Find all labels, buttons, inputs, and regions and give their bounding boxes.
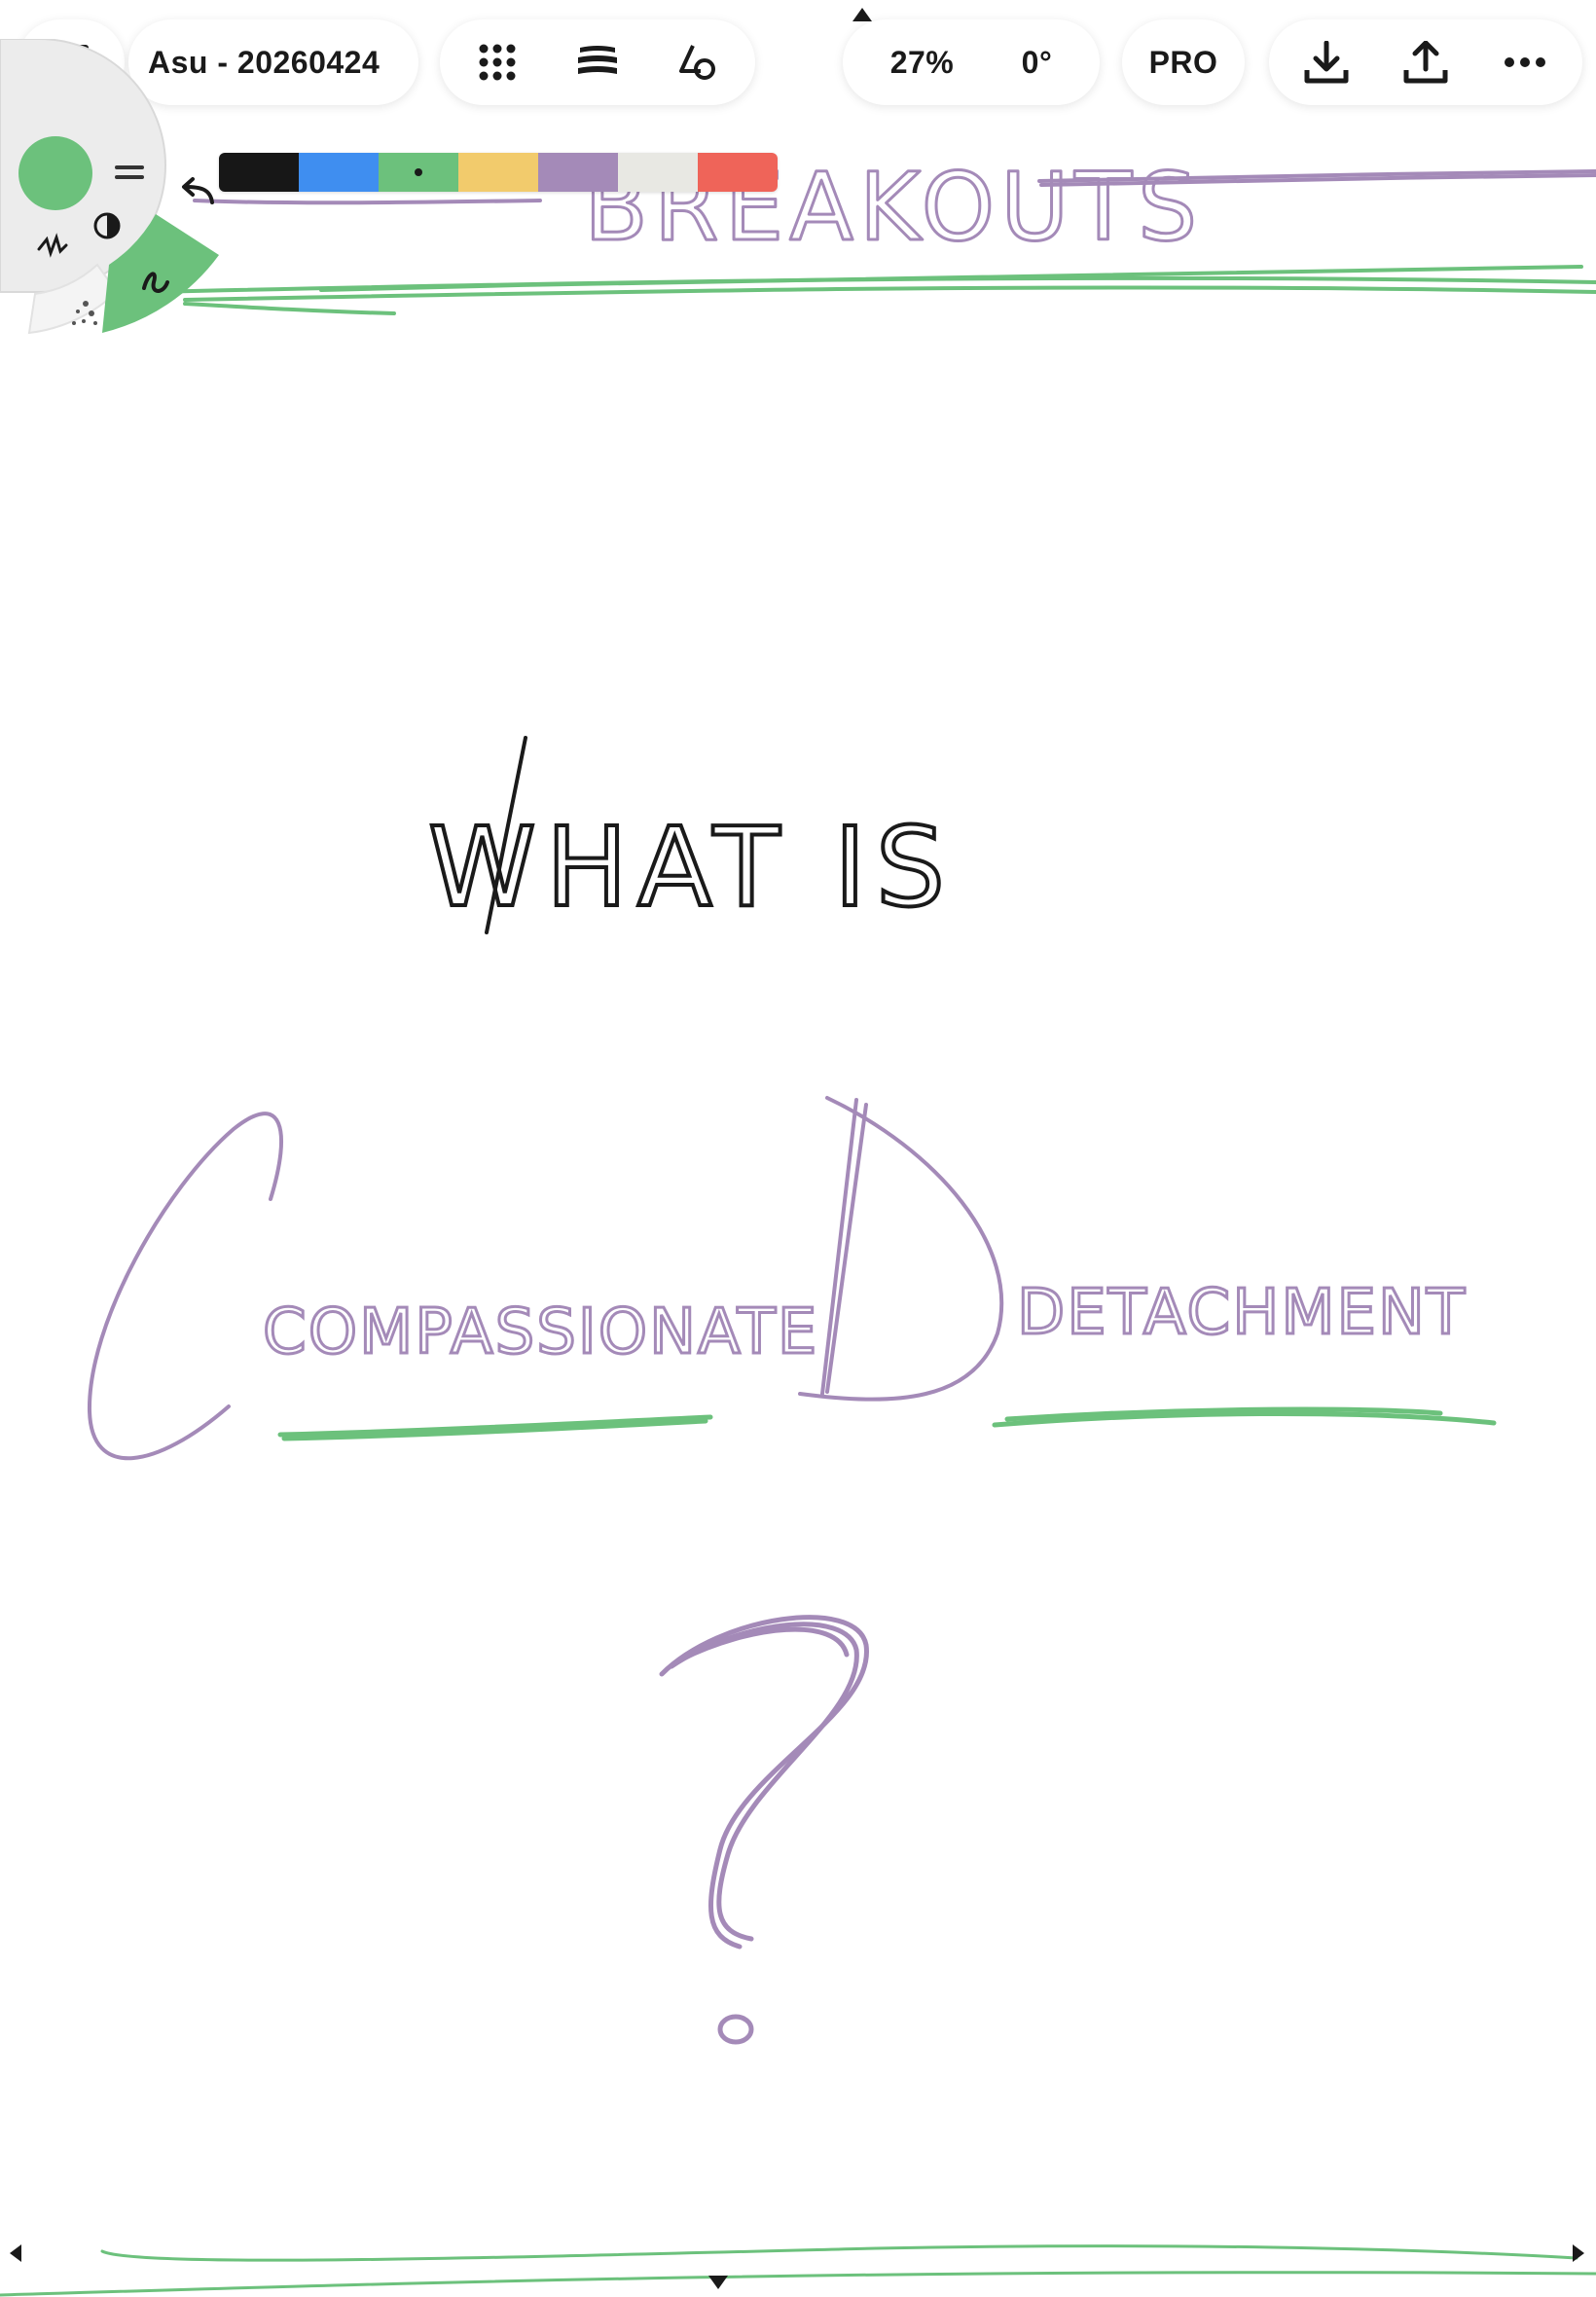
- upload-icon: [1403, 41, 1448, 84]
- view-pill: 27% 0°: [843, 19, 1100, 105]
- swatch-light-gray[interactable]: [618, 153, 698, 192]
- swatch-black[interactable]: [219, 153, 299, 192]
- download-button[interactable]: [1278, 19, 1375, 105]
- more-button[interactable]: [1476, 19, 1574, 105]
- swatch-blue[interactable]: [299, 153, 379, 192]
- pro-pill[interactable]: PRO: [1122, 19, 1245, 105]
- term-part1: COMPASSIONATE: [263, 1296, 818, 1368]
- question-dot: [717, 2014, 754, 2045]
- swatch-green[interactable]: [379, 153, 458, 192]
- heading-underline: [144, 265, 1596, 315]
- undo-icon[interactable]: [181, 175, 216, 204]
- scroll-up-arrow[interactable]: [852, 8, 872, 21]
- swatch-yellow[interactable]: [458, 153, 538, 192]
- big-letters: [87, 1096, 1004, 1461]
- current-color-swatch: [18, 136, 92, 210]
- pro-button[interactable]: PRO: [1149, 45, 1218, 81]
- rotation-angle[interactable]: 0°: [1022, 45, 1053, 81]
- drawing-canvas[interactable]: BREAKOUTS WHAT IS COMPASSIONATE DETACHME…: [0, 0, 1596, 2297]
- term-part2: DETACHMENT: [1017, 1277, 1467, 1349]
- download-icon: [1304, 41, 1349, 84]
- color-palette: [219, 153, 778, 192]
- scroll-down-arrow[interactable]: [708, 2276, 728, 2289]
- dots-grid-icon: [479, 44, 516, 81]
- swatch-purple[interactable]: [538, 153, 618, 192]
- grid-dots-button[interactable]: [451, 19, 544, 105]
- zoom-level[interactable]: 27%: [890, 45, 955, 81]
- shapes-button[interactable]: [651, 19, 744, 105]
- scroll-left-arrow[interactable]: [10, 2244, 21, 2262]
- selected-indicator: [415, 168, 422, 176]
- upload-button[interactable]: [1377, 19, 1474, 105]
- actions-pill: [1269, 19, 1582, 105]
- swatch-red[interactable]: [698, 153, 778, 192]
- shapes-icon: [678, 45, 715, 80]
- bottom-rules: [0, 2244, 1596, 2297]
- scroll-right-arrow[interactable]: [1573, 2244, 1584, 2262]
- term-underlines: [277, 1406, 1497, 1441]
- layers-button[interactable]: [551, 19, 644, 105]
- question-mark: [659, 1615, 869, 2045]
- tools-pill: [440, 19, 755, 105]
- layers-icon: [577, 46, 617, 74]
- more-icon: [1505, 57, 1545, 67]
